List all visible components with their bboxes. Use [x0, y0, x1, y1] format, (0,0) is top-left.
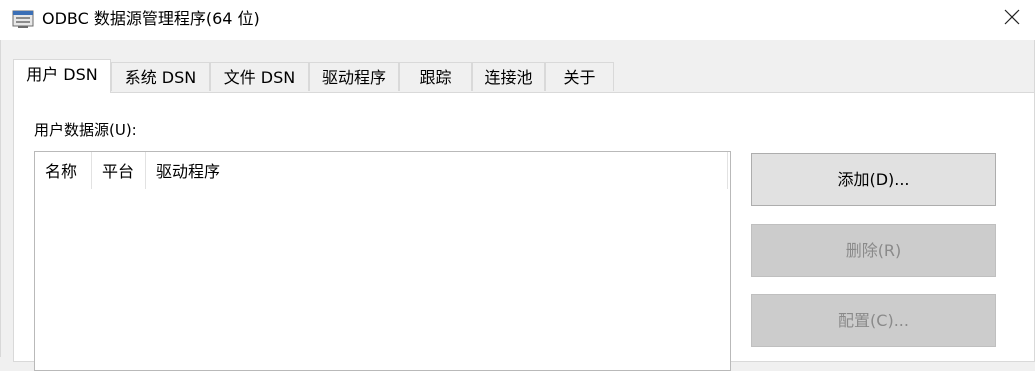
tab-about[interactable]: 关于: [545, 62, 614, 91]
window-title: ODBC 数据源管理程序(64 位): [42, 9, 260, 28]
column-header-driver[interactable]: 驱动程序: [146, 152, 726, 189]
odbc-app-icon: [12, 9, 34, 29]
close-button[interactable]: [989, 0, 1035, 38]
tab-drivers[interactable]: 驱动程序: [309, 62, 399, 91]
tab-tracing[interactable]: 跟踪: [399, 62, 472, 91]
tab-file-dsn[interactable]: 文件 DSN: [210, 62, 309, 91]
list-header: 名称 平台 驱动程序: [35, 152, 730, 190]
column-header-platform[interactable]: 平台: [92, 152, 145, 189]
tab-user-dsn[interactable]: 用户 DSN: [13, 59, 111, 93]
header-end-line: [727, 152, 728, 189]
configure-button[interactable]: 配置(C)...: [751, 294, 996, 347]
add-button[interactable]: 添加(D)...: [751, 153, 996, 206]
tab-connection-pooling[interactable]: 连接池: [472, 62, 545, 91]
close-icon: [1004, 9, 1020, 29]
window-border-left: [0, 40, 1, 357]
user-data-sources-label: 用户数据源(U):: [34, 121, 137, 139]
column-header-name[interactable]: 名称: [35, 152, 91, 189]
remove-button[interactable]: 删除(R): [751, 224, 996, 277]
title-bar: ODBC 数据源管理程序(64 位): [0, 0, 1035, 40]
user-dsn-list[interactable]: 名称 平台 驱动程序: [34, 151, 731, 371]
tab-system-dsn[interactable]: 系统 DSN: [111, 62, 210, 91]
